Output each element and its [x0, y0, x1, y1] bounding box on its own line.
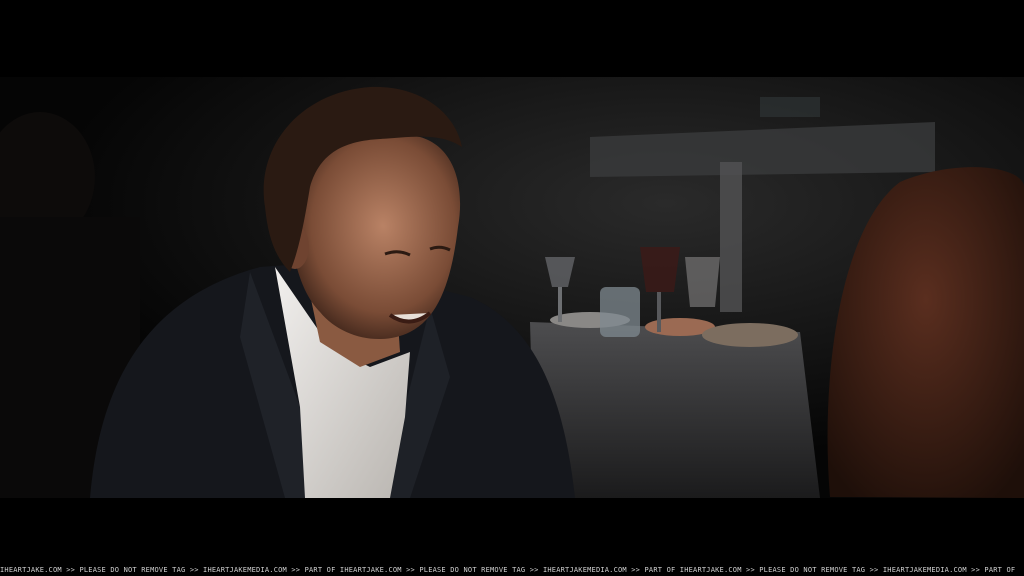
wine-glass — [685, 257, 720, 307]
wine-glass-stem — [657, 292, 661, 332]
background-pillar — [720, 162, 742, 312]
dining-table — [530, 322, 820, 498]
red-wine-glass — [640, 247, 680, 292]
plate-food — [702, 323, 798, 347]
letterbox-top — [0, 0, 1024, 77]
wine-glass-stem — [558, 287, 562, 322]
background-shelf — [760, 97, 820, 117]
scene-illustration — [0, 77, 1024, 498]
watermark-text: IHEARTJAKE.COM >> PLEASE DO NOT REMOVE T… — [0, 566, 1016, 574]
video-frame: IHEARTJAKE.COM >> PLEASE DO NOT REMOVE T… — [0, 0, 1024, 576]
candle-holder — [600, 287, 640, 337]
film-still — [0, 77, 1024, 498]
